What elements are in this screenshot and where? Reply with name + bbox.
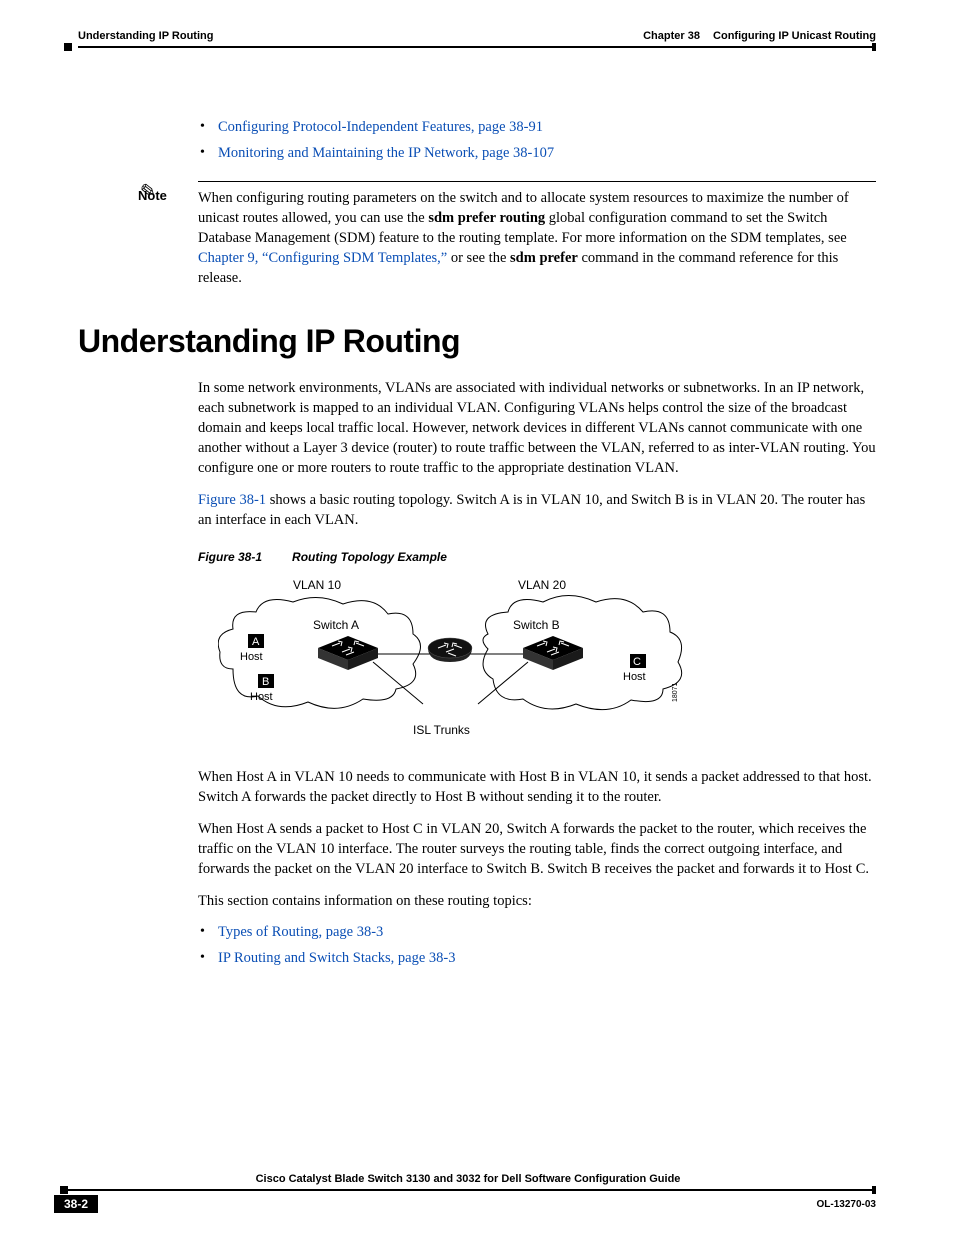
xref-link[interactable]: Monitoring and Maintaining the IP Networ… <box>218 145 554 161</box>
page: Understanding IP Routing Chapter 38 Conf… <box>0 0 954 1235</box>
header-chapter: Chapter 38 <box>643 30 700 42</box>
router-icon <box>428 638 472 662</box>
vlan10-label: VLAN 10 <box>293 578 341 592</box>
svg-text:Host: Host <box>623 671 646 683</box>
body-para: In some network environments, VLANs are … <box>198 378 876 478</box>
host-b-tag: B Host <box>250 674 274 703</box>
page-number-badge: 38-2 <box>54 1195 98 1213</box>
para-rest: shows a basic routing topology. Switch A… <box>198 492 865 528</box>
switch-a-label: Switch A <box>313 618 359 632</box>
figure-caption: Routing Topology Example <box>292 550 447 564</box>
footer-rule <box>60 1189 876 1191</box>
figure-title: Figure 38-1 Routing Topology Example <box>198 550 876 564</box>
page-footer: Cisco Catalyst Blade Switch 3130 and 303… <box>60 1173 876 1213</box>
header-rule <box>78 46 876 48</box>
svg-text:Host: Host <box>250 691 273 703</box>
body-para: Figure 38-1 shows a basic routing topolo… <box>198 490 876 530</box>
header-chapter-block: Chapter 38 Configuring IP Unicast Routin… <box>643 30 876 42</box>
xref-link[interactable]: Types of Routing, page 38-3 <box>218 924 383 940</box>
svg-text:C: C <box>633 656 641 668</box>
figure-label: Figure 38-1 <box>198 550 262 564</box>
section-heading: Understanding IP Routing <box>78 323 876 360</box>
footer-guide-title: Cisco Catalyst Blade Switch 3130 and 303… <box>60 1173 876 1185</box>
routing-topology-figure: VLAN 10 VLAN 20 Switch A <box>218 574 876 749</box>
vlan20-label: VLAN 20 <box>518 578 566 592</box>
note-text: When configuring routing parameters on t… <box>198 188 876 288</box>
list-item: IP Routing and Switch Stacks, page 38-3 <box>198 949 876 969</box>
running-header: Understanding IP Routing Chapter 38 Conf… <box>78 30 876 42</box>
host-a-tag: A Host <box>240 634 264 663</box>
header-chapter-title: Configuring IP Unicast Routing <box>713 30 876 42</box>
list-item: Configuring Protocol-Independent Feature… <box>198 118 876 138</box>
figure-ref[interactable]: Figure 38-1 <box>198 492 266 508</box>
list-item: Monitoring and Maintaining the IP Networ… <box>198 144 876 164</box>
note-rule <box>198 181 876 182</box>
svg-text:Host: Host <box>240 651 263 663</box>
note-bold: sdm prefer routing <box>428 210 545 226</box>
xref-link[interactable]: Configuring Protocol-Independent Feature… <box>218 119 543 135</box>
trunk-line <box>478 662 528 704</box>
xref-link[interactable]: Chapter 9, “Configuring SDM Templates,” <box>198 250 447 266</box>
svg-text:A: A <box>252 636 260 648</box>
top-link-list: Configuring Protocol-Independent Feature… <box>198 118 876 163</box>
figure-id: 18071 <box>672 683 679 703</box>
body-para: When Host A in VLAN 10 needs to communic… <box>198 767 876 807</box>
host-c-tag: C Host <box>623 654 646 683</box>
body-para: When Host A sends a packet to Host C in … <box>198 819 876 879</box>
header-section: Understanding IP Routing <box>78 30 213 42</box>
note-block: ✎ Note When configuring routing paramete… <box>138 181 876 288</box>
trunk-line <box>373 662 423 704</box>
body-para: This section contains information on the… <box>198 891 876 911</box>
note-mid: or see the <box>447 250 510 266</box>
main-content: Configuring Protocol-Independent Feature… <box>198 118 876 968</box>
switch-b-label: Switch B <box>513 618 560 632</box>
switch-b-icon <box>523 636 583 670</box>
xref-link[interactable]: IP Routing and Switch Stacks, page 38-3 <box>218 950 455 966</box>
list-item: Types of Routing, page 38-3 <box>198 923 876 943</box>
svg-text:B: B <box>262 676 269 688</box>
note-bold: sdm prefer <box>510 250 578 266</box>
switch-a-icon <box>318 636 378 670</box>
doc-id: OL-13270-03 <box>817 1199 876 1210</box>
bottom-link-list: Types of Routing, page 38-3 IP Routing a… <box>198 923 876 968</box>
isl-trunks-label: ISL Trunks <box>413 723 470 737</box>
